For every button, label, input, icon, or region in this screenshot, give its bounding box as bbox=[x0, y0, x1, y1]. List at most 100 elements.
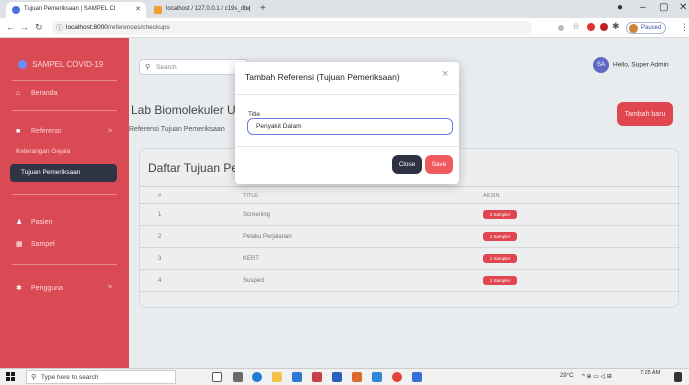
back-icon[interactable]: ← bbox=[6, 22, 15, 32]
search-icon: ⚲ bbox=[31, 374, 37, 381]
row-title: KERT bbox=[243, 256, 259, 262]
column-header: TITLE bbox=[243, 193, 258, 199]
menu-kebab-icon[interactable]: ⋮ bbox=[680, 22, 689, 33]
title-field-label: Title bbox=[248, 111, 261, 118]
task-view-icon[interactable] bbox=[212, 372, 222, 382]
app-icon[interactable] bbox=[412, 372, 422, 382]
reload-icon[interactable]: ↻ bbox=[35, 22, 43, 33]
search-placeholder: Search bbox=[156, 64, 177, 71]
taskbar: ⚲ Type here to search 29°C ^ ⊕ ▭ ◁ ⊞ 7:2… bbox=[0, 368, 689, 385]
table-row: 3 KERT 1 Sampler bbox=[140, 248, 680, 270]
forward-icon[interactable]: → bbox=[20, 22, 29, 32]
profile-dot-icon[interactable]: ● bbox=[617, 2, 623, 13]
add-reference-modal: Tambah Referensi (Tujuan Pemeriksaan) × … bbox=[235, 62, 459, 184]
globe-icon bbox=[12, 6, 20, 14]
widgets-icon[interactable] bbox=[233, 372, 243, 382]
avatar bbox=[629, 24, 638, 33]
samples-badge[interactable]: 3 Sampler bbox=[483, 210, 517, 219]
table-row: 2 Pelaku Perjalanan 1 Sampler bbox=[140, 226, 680, 248]
sidebar-item-label: Pengguna bbox=[31, 285, 63, 292]
close-icon[interactable]: ✕ bbox=[245, 5, 251, 13]
sidebar-item-pasien[interactable]: ♟ Pasien bbox=[16, 218, 52, 226]
taskbar-search-input[interactable]: ⚲ Type here to search bbox=[26, 370, 176, 384]
url-field[interactable]: ⓘ localhost:8000/references/checkups bbox=[52, 21, 532, 35]
close-button[interactable]: Close bbox=[392, 155, 422, 174]
brand-name: SAMPEL COVID-19 bbox=[32, 60, 104, 69]
tab-title: localhost / 127.0.0.1 / c19s_db | bbox=[166, 6, 251, 12]
window-close-icon[interactable]: ✕ bbox=[679, 2, 687, 13]
row-number: 4 bbox=[158, 278, 162, 284]
modal-title: Tambah Referensi (Tujuan Pemeriksaan) bbox=[245, 72, 400, 82]
samples-badge[interactable]: 1 Sampler bbox=[483, 276, 517, 285]
weather-text[interactable]: 29°C bbox=[560, 373, 573, 379]
star-icon[interactable]: ☆ bbox=[572, 21, 580, 32]
samples-badge[interactable]: 1 Sampler bbox=[483, 232, 517, 241]
divider bbox=[12, 264, 117, 265]
sidebar-item-beranda[interactable]: ⌂ Beranda bbox=[16, 90, 57, 97]
browser-tab-bar: Tujuan Pemeriksaan | SAMPEL Cl ✕ localho… bbox=[0, 0, 689, 18]
divider bbox=[12, 110, 117, 111]
info-icon: ⓘ bbox=[56, 25, 63, 32]
samples-badge[interactable]: 1 Sampler bbox=[483, 254, 517, 263]
store-icon[interactable] bbox=[292, 372, 302, 382]
title-input[interactable] bbox=[247, 118, 453, 135]
sidebar-subitem-keterangan-gejala[interactable]: Keterangan Gejala bbox=[16, 148, 70, 155]
extension-icon[interactable] bbox=[587, 23, 595, 31]
grid-icon: ▦ bbox=[16, 241, 23, 248]
url-path: /references/checkups bbox=[107, 24, 170, 31]
browser-tab-active[interactable]: Tujuan Pemeriksaan | SAMPEL Cl ✕ bbox=[6, 2, 146, 18]
profile-button[interactable]: Paused bbox=[626, 22, 667, 34]
file-explorer-icon[interactable] bbox=[272, 372, 282, 382]
sidebar-item-referensi[interactable]: ■ Referensi > bbox=[16, 128, 112, 135]
divider bbox=[12, 80, 117, 81]
chrome-icon[interactable] bbox=[392, 372, 402, 382]
row-number: 3 bbox=[158, 256, 162, 262]
page-subtitle: Referensi Tujuan Pemeriksaan bbox=[129, 126, 225, 133]
profile-status: Paused bbox=[641, 25, 662, 31]
tab-title: Tujuan Pemeriksaan | SAMPEL Cl bbox=[24, 6, 116, 12]
browser-tab[interactable]: localhost / 127.0.0.1 / c19s_db | ✕ bbox=[148, 2, 256, 18]
minimize-icon[interactable]: – bbox=[640, 2, 646, 13]
sidebar-item-label: Beranda bbox=[31, 90, 58, 97]
sidebar-item-sampel[interactable]: ▦ Sampel bbox=[16, 240, 55, 248]
divider bbox=[235, 146, 459, 147]
chevron-right-icon: > bbox=[108, 128, 113, 135]
vscode-icon[interactable] bbox=[372, 372, 382, 382]
user-icon: ♟ bbox=[16, 219, 23, 226]
search-icon: ⚲ bbox=[145, 64, 151, 71]
user-menu[interactable]: SA Hello, Super Admin bbox=[593, 57, 669, 73]
book-icon: ■ bbox=[16, 128, 21, 135]
clock[interactable]: 7:25 AM bbox=[640, 370, 660, 377]
new-tab-icon[interactable]: + bbox=[260, 3, 266, 14]
table-row: 4 Suspect 1 Sampler bbox=[140, 270, 680, 292]
brand[interactable]: SAMPEL COVID-19 bbox=[18, 60, 104, 70]
column-header: AKSIN bbox=[483, 193, 500, 199]
windows-start-icon[interactable] bbox=[6, 372, 16, 382]
sidebar-subitem-tujuan-pemeriksaan[interactable]: Tujuan Pemeriksaan bbox=[10, 164, 117, 182]
notification-icon[interactable] bbox=[674, 372, 682, 382]
sidebar-item-label: Pasien bbox=[31, 219, 53, 226]
phpmyadmin-icon bbox=[154, 6, 162, 14]
logo-icon bbox=[18, 60, 27, 70]
extension-icon[interactable] bbox=[600, 23, 608, 31]
close-icon[interactable]: × bbox=[442, 68, 448, 80]
sidebar: SAMPEL COVID-19 ⌂ Beranda ■ Referensi > Ke… bbox=[0, 38, 129, 368]
table-row: 1 Screening 3 Sampler bbox=[140, 204, 680, 226]
sidebar-item-pengguna[interactable]: ✱ Pengguna > bbox=[16, 284, 112, 292]
url-host: localhost:8000 bbox=[66, 24, 108, 31]
save-button[interactable]: Save bbox=[425, 155, 453, 174]
close-icon[interactable]: ✕ bbox=[135, 5, 141, 13]
edge-icon[interactable] bbox=[252, 372, 262, 382]
tray-icons[interactable]: ^ ⊕ ▭ ◁ ⊞ bbox=[582, 373, 612, 380]
zoom-icon[interactable] bbox=[558, 25, 564, 31]
search-input[interactable]: ⚲ Search bbox=[139, 59, 249, 75]
row-title: Pelaku Perjalanan bbox=[243, 234, 292, 240]
row-number: 2 bbox=[158, 234, 162, 240]
app-icon[interactable] bbox=[352, 372, 362, 382]
app-icon[interactable] bbox=[332, 372, 342, 382]
app-icon[interactable] bbox=[312, 372, 322, 382]
divider bbox=[12, 194, 117, 195]
puzzle-icon[interactable]: ✱ bbox=[612, 21, 620, 32]
add-new-button[interactable]: Tambah baru bbox=[617, 102, 673, 126]
maximize-icon[interactable]: ▢ bbox=[659, 2, 668, 13]
